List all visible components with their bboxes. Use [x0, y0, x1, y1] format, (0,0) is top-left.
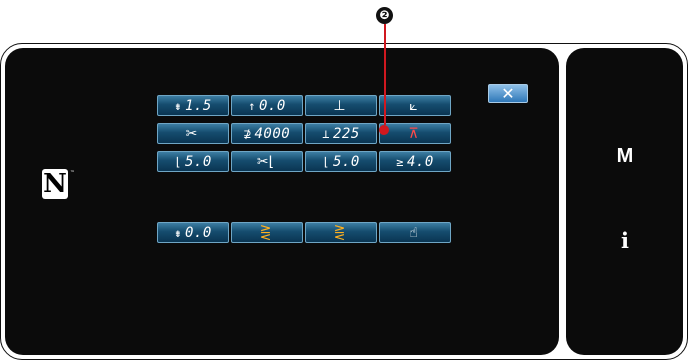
backtack-start-icon: ⋛ [259, 224, 272, 241]
height-icon: ↑ [248, 98, 256, 113]
thread-trim-button[interactable]: ✂ [157, 123, 229, 144]
thread-tension-button[interactable]: ⇟ 1.5 [157, 95, 229, 116]
start-backtack-button[interactable]: ⋛ [231, 222, 303, 243]
button-value: 4.0 [406, 153, 434, 170]
callout-number: ❷ [376, 7, 393, 24]
button-value: 4000 [254, 125, 291, 142]
scissors-foot-icon: ✂⌊ [256, 153, 275, 170]
button-value: 5.0 [184, 153, 212, 170]
touch-key-button[interactable]: ☝ [379, 222, 451, 243]
foot-pressure-icon: ⌊ [322, 154, 330, 169]
stitch-length-button[interactable]: ⌊ 5.0 [157, 151, 229, 172]
needle-stop-position-button[interactable]: ⊥ 225 [305, 123, 377, 144]
presser-foot-lift-button[interactable]: ⟀ [379, 95, 451, 116]
needle-stop-icon: ⊥ [322, 126, 330, 141]
trim-foot-lift-button[interactable]: ✂⌊ [231, 151, 303, 172]
max-speed-button[interactable]: ⊉ 4000 [231, 123, 303, 144]
button-value: 5.0 [332, 153, 360, 170]
pitch-icon: ≥ [396, 154, 404, 169]
offset-button[interactable]: ⇟ 0.0 [157, 222, 229, 243]
needle-icon: ⊥ [333, 97, 346, 114]
needle-position-button[interactable]: ⊥ [305, 95, 377, 116]
reverse-feed-button[interactable]: ⊼ [379, 123, 451, 144]
tension-icon: ⇟ [174, 98, 182, 113]
hand-pointer-icon: ☝ [409, 224, 418, 241]
nfc-icon[interactable]: N [42, 169, 68, 199]
stitch-pitch-button[interactable]: ≥ 4.0 [379, 151, 451, 172]
reverse-icon: ⊼ [408, 125, 419, 142]
side-panel [566, 48, 683, 355]
close-button[interactable]: ✕ [488, 84, 528, 103]
end-backtack-button[interactable]: ⋛ [305, 222, 377, 243]
callout-line [384, 24, 386, 125]
nfc-logo: N [43, 169, 67, 199]
info-button[interactable]: i [610, 228, 640, 253]
scissors-icon: ✂ [185, 125, 198, 142]
backtack-end-icon: ⋛ [333, 224, 346, 241]
presser-height-button[interactable]: ↑ 0.0 [231, 95, 303, 116]
offset-icon: ⇟ [174, 225, 182, 240]
button-value: 225 [332, 125, 360, 142]
button-value: 0.0 [184, 224, 212, 241]
menu-button[interactable]: M [610, 145, 640, 168]
button-value: 1.5 [184, 97, 212, 114]
nfc-trademark: ™ [70, 170, 75, 176]
foot-lift-icon: ⟀ [409, 97, 418, 114]
foot-icon: ⌊ [174, 154, 182, 169]
button-value: 0.0 [258, 97, 286, 114]
speed-icon: ⊉ [243, 126, 252, 141]
foot-pressure-button[interactable]: ⌊ 5.0 [305, 151, 377, 172]
callout-dot [379, 125, 389, 135]
